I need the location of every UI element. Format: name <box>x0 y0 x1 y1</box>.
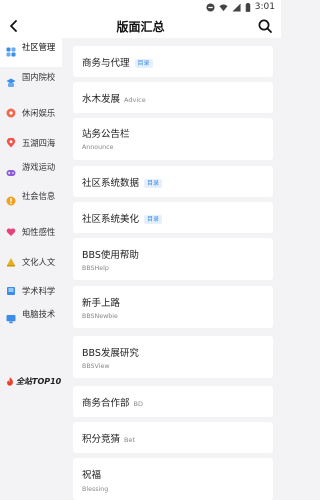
sidebar-item-science[interactable]: 学术科学 <box>0 279 62 303</box>
board-code: BBSView <box>82 363 110 370</box>
directory-badge: 目录 <box>144 179 163 188</box>
board-code: Blessing <box>82 486 109 493</box>
board-item[interactable]: 水木发展 Advice <box>73 82 273 113</box>
board-title: 社区系统数据 <box>82 178 140 189</box>
sidebar-item-sensibility[interactable]: 知性感性 <box>0 220 62 244</box>
sidebar-item-label: 游戏运动 <box>22 162 56 172</box>
book-icon <box>7 287 15 295</box>
board-title: BBS使用帮助 <box>82 250 139 261</box>
header: 版面汇总 <box>0 14 281 38</box>
board-title: 商务合作部 <box>82 398 130 409</box>
sidebar-item-computer-tech[interactable]: 电脑技术 <box>0 306 62 332</box>
sidebar-item-community-management[interactable]: 社区管理 <box>0 38 62 67</box>
board-title: BBS发展研究 <box>82 348 139 359</box>
heart-icon <box>6 228 16 236</box>
board-title-row: 水木发展 Advice <box>82 91 146 105</box>
leisure-icon <box>6 108 16 118</box>
sidebar-item-label: 社区管理 <box>22 42 56 52</box>
board-list: 商务与代理 目录 水木发展 Advice 站务公告栏 Announce 社区系统数据… <box>73 38 273 500</box>
status-icons: 3:01 <box>206 1 275 13</box>
location-icon <box>6 138 16 148</box>
board-item[interactable]: BBS发展研究 BBSView <box>73 336 273 378</box>
board-item[interactable]: 商务与代理 目录 <box>73 46 273 77</box>
board-code: Bet <box>124 436 136 444</box>
page-title: 版面汇总 <box>116 20 165 34</box>
board-title: 积分竞猜 <box>82 434 121 445</box>
category-sidebar: 社区管理 国内院校 休闲娱乐 五湖四海 游戏运动 社会信息 知性感性 文化人文 … <box>0 38 62 500</box>
board-item[interactable]: 站务公告栏 Announce <box>73 118 273 160</box>
board-code: BBSNewbie <box>82 313 118 320</box>
board-code: BBSHelp <box>82 265 109 272</box>
sidebar-item-top10[interactable]: 全站TOP10 <box>6 376 61 387</box>
sidebar-item-label: 知性感性 <box>22 227 56 237</box>
board-item[interactable]: 积分竞猜 Bet <box>73 422 273 453</box>
sidebar-item-label: 文化人文 <box>22 257 56 267</box>
school-icon <box>6 78 16 87</box>
board-title: 商务与代理 <box>82 58 130 69</box>
board-title: 站务公告栏 <box>82 129 130 140</box>
status-time: 3:01 <box>254 2 275 12</box>
board-code: Advice <box>124 96 146 104</box>
board-item[interactable]: 新手上路 BBSNewbie <box>73 286 273 328</box>
board-title-row: 商务与代理 目录 <box>82 55 153 69</box>
board-item[interactable]: 商务合作部 BD <box>73 386 273 417</box>
board-item[interactable]: 祝福 Blessing <box>73 458 273 500</box>
sidebar-item-label: 学术科学 <box>22 286 56 296</box>
board-title: 祝福 <box>82 470 102 481</box>
signal-icon <box>232 2 241 12</box>
board-code: Announce <box>82 144 114 151</box>
culture-icon <box>7 258 15 267</box>
board-code: BD <box>133 400 143 408</box>
board-title-row: 商务合作部 BD <box>82 395 143 409</box>
sidebar-item-label: 休闲娱乐 <box>22 108 56 118</box>
board-title-row: 社区系统数据 目录 <box>82 175 163 189</box>
sidebar-item-leisure[interactable]: 休闲娱乐 <box>0 101 62 125</box>
sidebar-item-label: 五湖四海 <box>22 138 56 148</box>
social-info-icon <box>6 196 16 206</box>
directory-badge: 目录 <box>144 215 163 224</box>
top10-label: 全站TOP10 <box>16 377 62 386</box>
computer-icon <box>6 315 16 324</box>
board-title: 社区系统美化 <box>82 214 140 225</box>
board-item[interactable]: 社区系统数据 目录 <box>73 166 273 197</box>
battery-icon <box>245 2 251 12</box>
flame-icon <box>7 377 13 386</box>
board-title: 新手上路 <box>82 298 121 309</box>
directory-badge: 目录 <box>134 59 153 68</box>
board-title: 水木发展 <box>82 94 121 105</box>
sidebar-item-label: 国内院校 <box>22 72 56 82</box>
status-bar: 3:01 <box>0 0 281 14</box>
search-icon[interactable] <box>257 18 273 34</box>
sidebar-item-social-info[interactable]: 社会信息 <box>0 188 62 214</box>
sidebar-item-games-sports[interactable]: 游戏运动 <box>0 160 62 184</box>
sidebar-item-five-lakes[interactable]: 五湖四海 <box>0 131 62 155</box>
board-title-row: 积分竞猜 Bet <box>82 431 135 445</box>
do-not-disturb-icon <box>206 2 215 12</box>
sidebar-item-domestic-schools[interactable]: 国内院校 <box>0 68 62 98</box>
gamepad-icon <box>6 170 16 176</box>
board-item[interactable]: 社区系统美化 目录 <box>73 202 273 233</box>
sidebar-item-label: 电脑技术 <box>22 309 56 319</box>
board-title-row: 社区系统美化 目录 <box>82 211 163 225</box>
board-item[interactable]: BBS使用帮助 BBSHelp <box>73 238 273 280</box>
community-management-icon <box>6 47 16 57</box>
sidebar-item-culture[interactable]: 文化人文 <box>0 250 62 274</box>
wifi-icon <box>219 3 228 11</box>
sidebar-item-label: 社会信息 <box>22 191 56 201</box>
